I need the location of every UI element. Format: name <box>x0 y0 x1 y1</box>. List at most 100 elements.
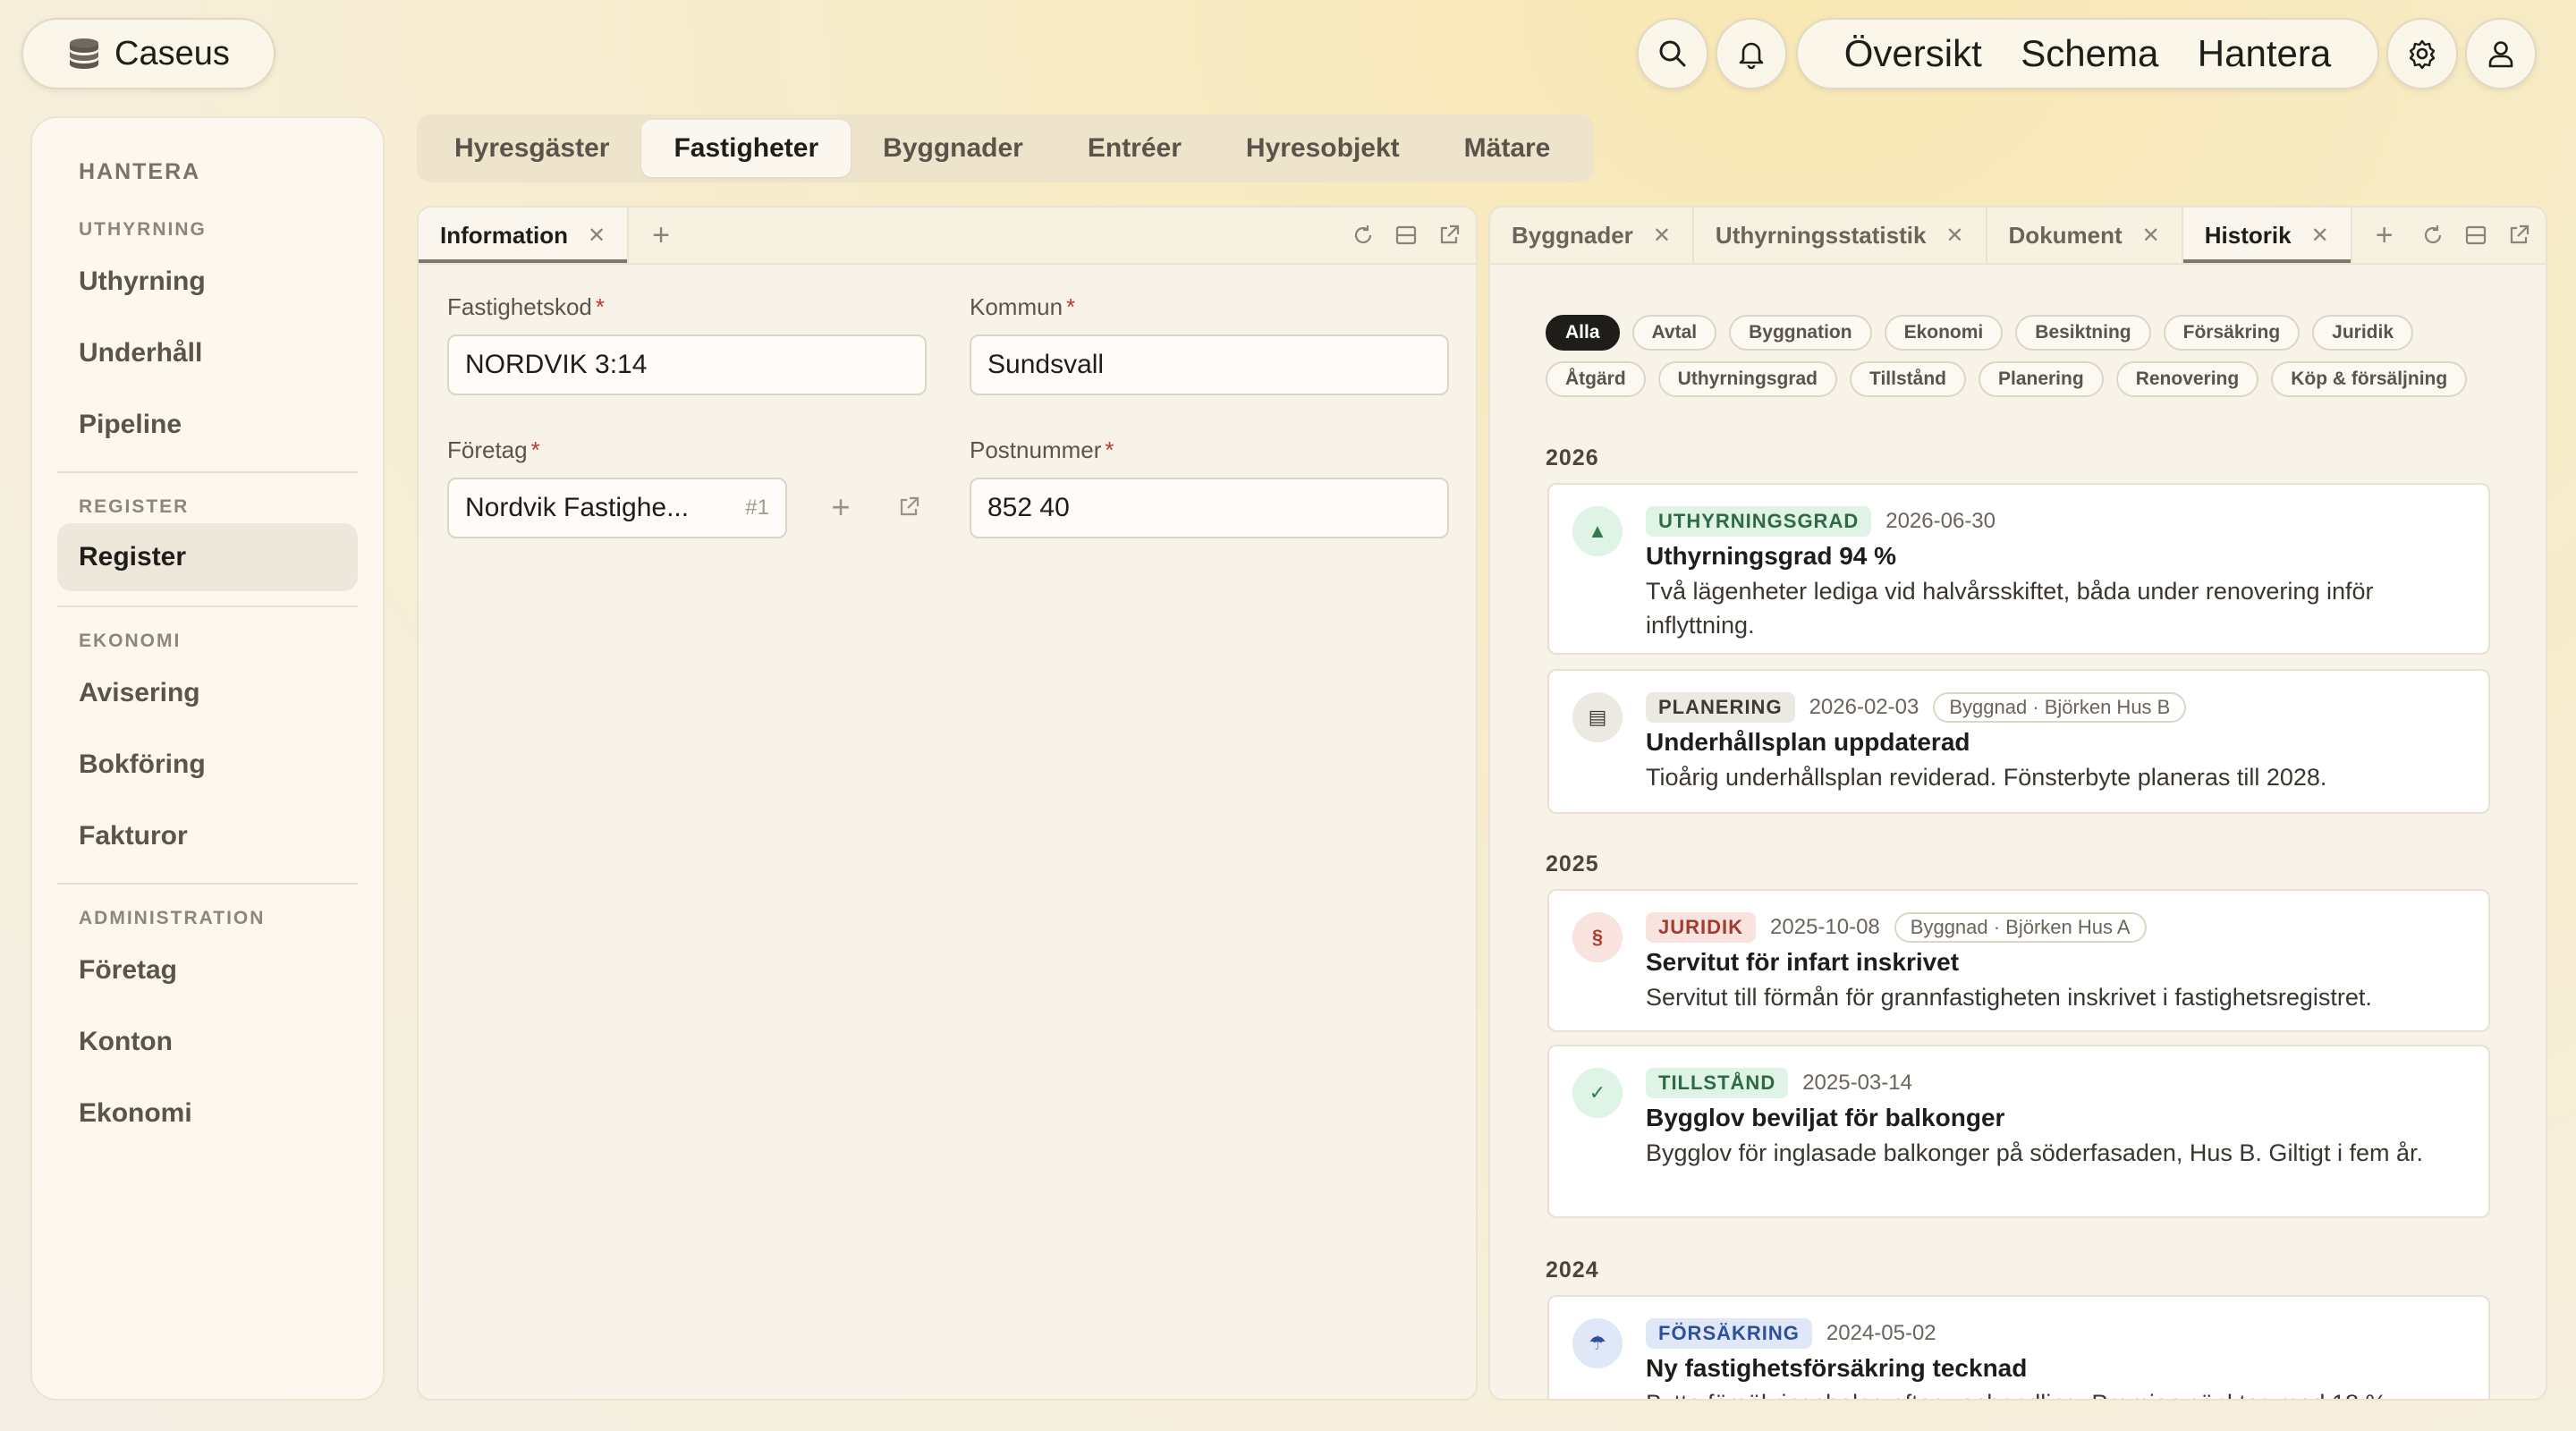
filter-chip-kop-forsaljning[interactable]: Köp & försäljning <box>2271 361 2468 397</box>
app-name: Caseus <box>114 34 230 72</box>
foretag-value: Nordvik Fastighe... <box>465 493 690 522</box>
filter-chip-alla[interactable]: Alla <box>1546 315 1620 351</box>
add-tab-icon[interactable]: + <box>2352 207 2417 263</box>
sidebar-item-avisering[interactable]: Avisering <box>57 657 358 729</box>
required-marker: * <box>595 293 605 320</box>
close-icon[interactable]: ✕ <box>1945 223 1963 249</box>
panel-tab-label: Uthyrningsstatistik <box>1715 221 1927 249</box>
nav-schema[interactable]: Schema <box>2021 32 2158 75</box>
refresh-icon[interactable] <box>1351 223 1376 248</box>
history-card[interactable]: § JURIDIK 2025-10-08 Byggnad · Björken H… <box>1547 889 2490 1032</box>
tab-byggnader[interactable]: Byggnader <box>851 120 1055 177</box>
postnummer-label: Postnummer <box>970 436 1102 463</box>
history-card[interactable]: ☂ FÖRSÄKRING 2024-05-02 Ny fastighetsför… <box>1547 1295 2490 1399</box>
tab-hyresobjekt[interactable]: Hyresobjekt <box>1214 120 1432 177</box>
notifications-button[interactable] <box>1716 18 1787 89</box>
check-icon: ✓ <box>1572 1068 1623 1118</box>
year-heading: 2024 <box>1546 1257 1599 1283</box>
sidebar-divider <box>57 883 358 885</box>
fastighetskod-value: NORDVIK 3:14 <box>465 350 648 379</box>
settings-button[interactable] <box>2386 18 2458 89</box>
sidebar-item-ekonomi[interactable]: Ekonomi <box>57 1078 358 1149</box>
database-icon <box>70 38 98 69</box>
sidebar-item-konton[interactable]: Konton <box>57 1006 358 1078</box>
panel-tab-byggnader[interactable]: Byggnader ✕ <box>1490 207 1694 263</box>
filter-chip-ekonomi[interactable]: Ekonomi <box>1884 315 2004 351</box>
profile-button[interactable] <box>2465 18 2537 89</box>
event-title: Uthyrningsgrad 94 % <box>1646 542 1897 570</box>
search-button[interactable] <box>1637 18 1708 89</box>
sidebar-item-foretag[interactable]: Företag <box>57 935 358 1006</box>
required-marker: * <box>530 436 540 463</box>
foretag-select[interactable]: Nordvik Fastighe... #1 <box>447 478 787 538</box>
sidebar-item-register[interactable]: Register <box>57 523 358 591</box>
history-card[interactable]: ▤ PLANERING 2026-02-03 Byggnad · Björken… <box>1547 669 2490 814</box>
filter-chip-byggnation[interactable]: Byggnation <box>1729 315 1872 351</box>
sidebar-item-pipeline[interactable]: Pipeline <box>57 389 358 461</box>
tab-hyresgaster[interactable]: Hyresgäster <box>422 120 641 177</box>
close-icon[interactable]: ✕ <box>588 223 606 249</box>
external-link-icon[interactable] <box>2506 223 2531 248</box>
sidebar-section-ekonomi: EKONOMI <box>79 631 182 651</box>
filter-chip-tillstand[interactable]: Tillstånd <box>1850 361 1966 397</box>
split-view-icon[interactable] <box>2463 223 2488 248</box>
event-date: 2025-10-08 <box>1770 915 1880 939</box>
filter-chip-planering[interactable]: Planering <box>1978 361 2104 397</box>
split-view-icon[interactable] <box>1394 223 1419 248</box>
postnummer-value: 852 40 <box>987 493 1070 522</box>
filter-chip-uthyrningsgrad[interactable]: Uthyrningsgrad <box>1657 361 1838 397</box>
filter-chip-forsakring[interactable]: Försäkring <box>2163 315 2301 351</box>
filter-chip-juridik[interactable]: Juridik <box>2312 315 2414 351</box>
filter-chip-besiktning[interactable]: Besiktning <box>2015 315 2151 351</box>
nav-oversikt[interactable]: Översikt <box>1844 32 1982 75</box>
nav-hantera[interactable]: Hantera <box>2198 32 2331 75</box>
postnummer-input[interactable]: 852 40 <box>970 478 1449 538</box>
event-date: 2024-05-02 <box>1826 1321 1936 1345</box>
category-badge: FÖRSÄKRING <box>1646 1318 1812 1349</box>
foretag-field: Företag * Nordvik Fastighe... #1 <box>447 436 787 538</box>
sidebar-item-underhall[interactable]: Underhåll <box>57 318 358 389</box>
filter-chip-avtal[interactable]: Avtal <box>1631 315 1717 351</box>
foretag-id: #1 <box>745 495 769 520</box>
filter-chip-atgard[interactable]: Åtgärd <box>1546 361 1646 397</box>
event-date: 2026-02-03 <box>1809 695 1919 719</box>
tab-fastigheter[interactable]: Fastigheter <box>641 120 852 177</box>
add-company-icon[interactable]: + <box>823 488 859 525</box>
panel-tools <box>2420 207 2531 263</box>
kommun-input[interactable]: Sundsvall <box>970 334 1449 395</box>
external-link-icon[interactable] <box>1436 223 1462 248</box>
event-description: Servitut till förmån för grannfastighete… <box>1646 984 2372 1011</box>
open-company-icon[interactable] <box>891 489 927 525</box>
panel-tabs: Byggnader ✕ Uthyrningsstatistik ✕ Dokume… <box>1490 207 2546 265</box>
kommun-label: Kommun <box>970 293 1063 320</box>
sidebar-item-bokforing[interactable]: Bokföring <box>57 729 358 800</box>
close-icon[interactable]: ✕ <box>1653 223 1671 249</box>
sidebar-item-fakturor[interactable]: Fakturor <box>57 800 358 872</box>
close-icon[interactable]: ✕ <box>2311 223 2329 249</box>
event-date: 2025-03-14 <box>1802 1071 1912 1095</box>
panel-tab-information[interactable]: Information ✕ <box>419 207 630 263</box>
bell-icon <box>1739 42 1764 70</box>
foretag-label: Företag <box>447 436 528 463</box>
panel-tab-historik[interactable]: Historik ✕ <box>2182 207 2352 263</box>
add-tab-icon[interactable]: + <box>629 207 693 263</box>
kommun-value: Sundsvall <box>987 350 1105 379</box>
history-card[interactable]: ✓ TILLSTÅND 2025-03-14 Bygglov beviljat … <box>1547 1045 2490 1218</box>
tab-matare[interactable]: Mätare <box>1432 120 1583 177</box>
fastighetskod-input[interactable]: NORDVIK 3:14 <box>447 334 927 395</box>
entity-tabs: Hyresgäster Fastigheter Byggnader Entrée… <box>417 114 1594 182</box>
panel-tab-uthyrningsstatistik[interactable]: Uthyrningsstatistik ✕ <box>1694 207 1987 263</box>
umbrella-icon: ☂ <box>1572 1318 1623 1368</box>
tab-entreer[interactable]: Entréer <box>1055 120 1214 177</box>
refresh-icon[interactable] <box>2420 223 2445 248</box>
required-marker: * <box>1105 436 1114 463</box>
history-card[interactable]: ▲ UTHYRNINGSGRAD 2026-06-30 Uthyrningsgr… <box>1547 483 2490 655</box>
fastighetskod-field: Fastighetskod * NORDVIK 3:14 <box>447 293 927 395</box>
sidebar-section-administration: ADMINISTRATION <box>79 908 266 928</box>
filter-chip-renovering[interactable]: Renovering <box>2115 361 2259 397</box>
year-heading: 2026 <box>1546 445 1599 470</box>
panel-tab-dokument[interactable]: Dokument ✕ <box>1987 207 2183 263</box>
close-icon[interactable]: ✕ <box>2142 223 2160 249</box>
sidebar-item-uthyrning[interactable]: Uthyrning <box>57 246 358 318</box>
app-logo-button[interactable]: Caseus <box>21 18 275 89</box>
